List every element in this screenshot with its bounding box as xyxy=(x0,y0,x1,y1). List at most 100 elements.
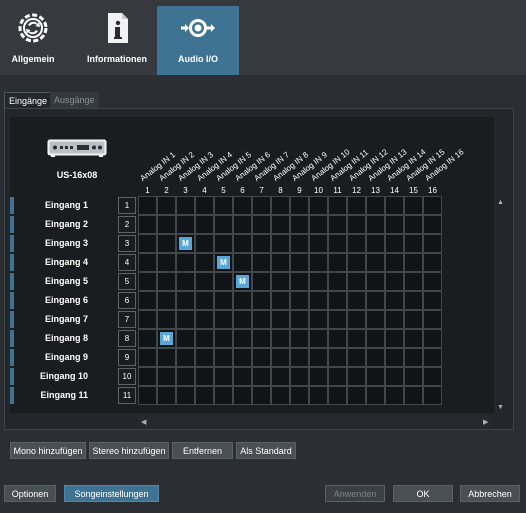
routing-cell[interactable] xyxy=(385,196,404,215)
routing-cell[interactable] xyxy=(138,291,157,310)
routing-cell[interactable] xyxy=(157,272,176,291)
routing-cell[interactable] xyxy=(309,215,328,234)
routing-cell[interactable] xyxy=(385,329,404,348)
routing-cell[interactable] xyxy=(138,329,157,348)
routing-cell[interactable] xyxy=(271,367,290,386)
routing-cell[interactable] xyxy=(404,196,423,215)
routing-cell[interactable] xyxy=(195,291,214,310)
routing-cell[interactable] xyxy=(404,367,423,386)
mono-assignment-marker[interactable]: M xyxy=(217,256,230,269)
routing-cell[interactable] xyxy=(176,215,195,234)
routing-cell[interactable] xyxy=(195,310,214,329)
routing-cell[interactable] xyxy=(252,329,271,348)
routing-cell[interactable] xyxy=(271,196,290,215)
routing-cell[interactable] xyxy=(252,367,271,386)
routing-cell[interactable] xyxy=(328,253,347,272)
routing-cell[interactable] xyxy=(214,291,233,310)
routing-cell[interactable] xyxy=(366,310,385,329)
routing-cell[interactable] xyxy=(157,367,176,386)
routing-cell[interactable] xyxy=(176,367,195,386)
routing-cell[interactable] xyxy=(195,329,214,348)
routing-cell[interactable] xyxy=(252,348,271,367)
routing-cell[interactable] xyxy=(195,234,214,253)
routing-cell[interactable] xyxy=(404,272,423,291)
routing-cell[interactable] xyxy=(252,386,271,405)
routing-cell[interactable] xyxy=(233,386,252,405)
row-label[interactable]: Eingang 11 xyxy=(18,387,88,404)
routing-cell[interactable] xyxy=(328,348,347,367)
routing-cell[interactable] xyxy=(385,386,404,405)
routing-cell[interactable] xyxy=(195,272,214,291)
routing-cell[interactable] xyxy=(252,310,271,329)
routing-cell[interactable] xyxy=(328,367,347,386)
routing-cell[interactable] xyxy=(233,196,252,215)
routing-cell[interactable] xyxy=(233,253,252,272)
row-label[interactable]: Eingang 3 xyxy=(18,235,88,252)
tab-allgemein[interactable]: Allgemein xyxy=(0,6,66,75)
routing-cell[interactable] xyxy=(271,272,290,291)
routing-cell[interactable] xyxy=(385,234,404,253)
routing-cell[interactable] xyxy=(366,272,385,291)
routing-cell[interactable] xyxy=(309,329,328,348)
routing-cell[interactable] xyxy=(366,348,385,367)
routing-cell[interactable] xyxy=(157,310,176,329)
routing-cell[interactable] xyxy=(176,348,195,367)
tab-audio-io[interactable]: Audio I/O xyxy=(157,6,239,75)
routing-cell[interactable] xyxy=(290,367,309,386)
routing-cell[interactable] xyxy=(195,367,214,386)
routing-cell[interactable] xyxy=(195,215,214,234)
routing-cell[interactable] xyxy=(233,348,252,367)
routing-cell[interactable] xyxy=(347,348,366,367)
routing-cell[interactable] xyxy=(309,367,328,386)
routing-cell[interactable] xyxy=(423,386,442,405)
routing-cell[interactable] xyxy=(328,196,347,215)
routing-cell[interactable] xyxy=(233,367,252,386)
routing-cell[interactable] xyxy=(309,386,328,405)
scroll-left-arrow[interactable]: ◀ xyxy=(141,418,146,426)
routing-cell[interactable] xyxy=(233,310,252,329)
routing-cell[interactable] xyxy=(309,291,328,310)
row-label[interactable]: Eingang 10 xyxy=(18,368,88,385)
routing-cell[interactable] xyxy=(252,215,271,234)
routing-cell[interactable] xyxy=(176,386,195,405)
routing-cell[interactable] xyxy=(214,367,233,386)
routing-cell[interactable] xyxy=(157,234,176,253)
remove-button[interactable]: Entfernen xyxy=(172,442,233,459)
scroll-down-arrow[interactable]: ▼ xyxy=(497,404,504,411)
routing-cell[interactable] xyxy=(404,234,423,253)
routing-cell[interactable] xyxy=(423,234,442,253)
routing-cell[interactable] xyxy=(176,310,195,329)
mono-add-button[interactable]: Mono hinzufügen xyxy=(10,442,86,459)
routing-cell[interactable]: M xyxy=(176,234,195,253)
row-label[interactable]: Eingang 2 xyxy=(18,216,88,233)
routing-cell[interactable] xyxy=(366,196,385,215)
routing-cell[interactable] xyxy=(423,253,442,272)
routing-cell[interactable] xyxy=(252,272,271,291)
routing-cell[interactable] xyxy=(290,272,309,291)
routing-cell[interactable] xyxy=(328,310,347,329)
routing-cell[interactable] xyxy=(347,215,366,234)
routing-cell[interactable] xyxy=(252,196,271,215)
routing-cell[interactable] xyxy=(328,272,347,291)
mono-assignment-marker[interactable]: M xyxy=(160,332,173,345)
routing-cell[interactable] xyxy=(157,196,176,215)
routing-cell[interactable]: M xyxy=(214,253,233,272)
routing-cell[interactable] xyxy=(138,272,157,291)
horizontal-scrollbar[interactable] xyxy=(138,416,492,428)
routing-cell[interactable] xyxy=(347,386,366,405)
routing-cell[interactable] xyxy=(271,329,290,348)
routing-cell[interactable] xyxy=(290,348,309,367)
routing-cell[interactable] xyxy=(252,234,271,253)
routing-cell[interactable] xyxy=(176,329,195,348)
routing-cell[interactable] xyxy=(366,367,385,386)
routing-cell[interactable] xyxy=(423,272,442,291)
routing-cell[interactable] xyxy=(385,348,404,367)
routing-cell[interactable] xyxy=(309,196,328,215)
row-label[interactable]: Eingang 8 xyxy=(18,330,88,347)
routing-cell[interactable] xyxy=(214,234,233,253)
routing-cell[interactable] xyxy=(214,386,233,405)
tab-informationen[interactable]: Informationen xyxy=(78,6,156,75)
routing-cell[interactable] xyxy=(423,329,442,348)
tab-eingaenge[interactable]: Eingänge xyxy=(4,92,53,108)
routing-cell[interactable]: M xyxy=(233,272,252,291)
